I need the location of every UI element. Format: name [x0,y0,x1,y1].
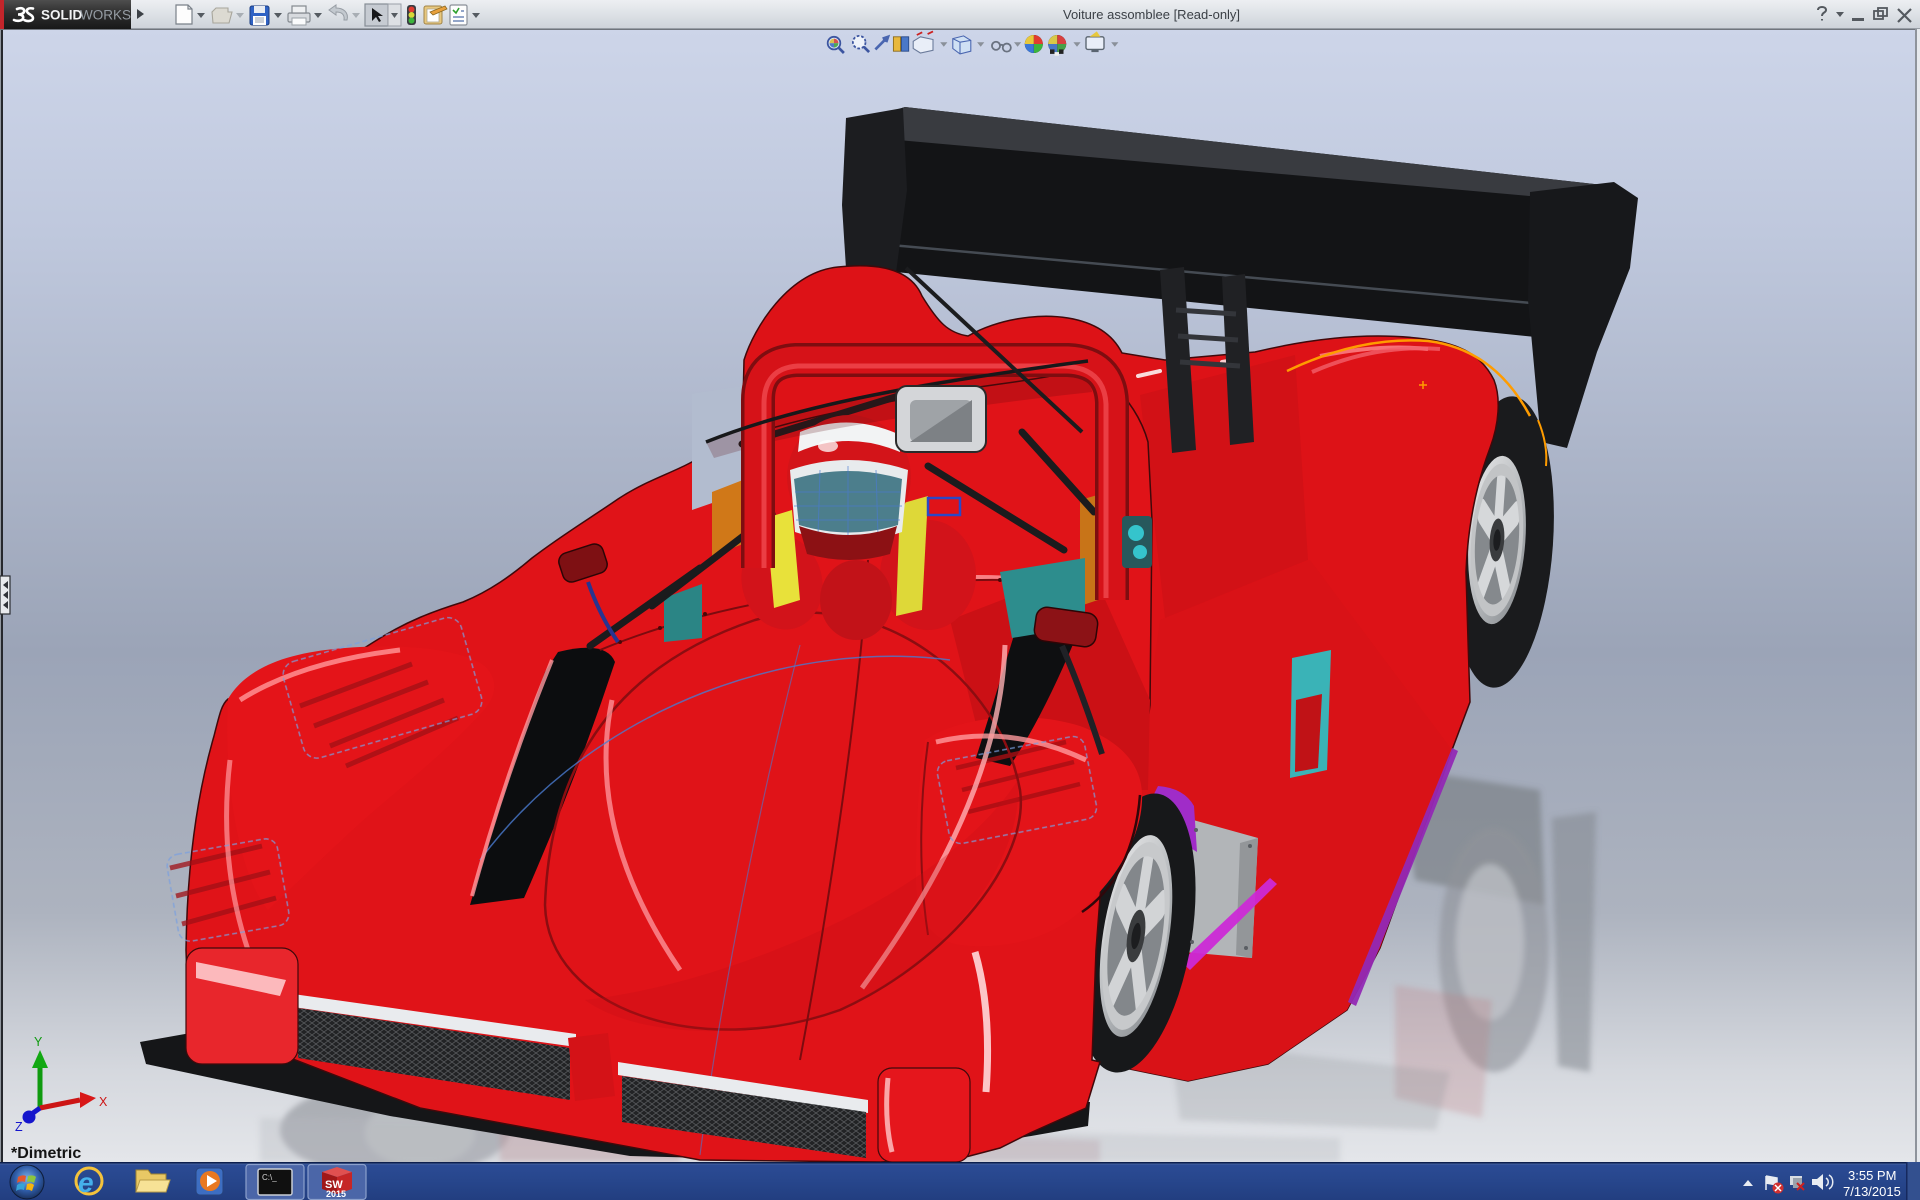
svg-text:*Dimetric: *Dimetric [11,1145,81,1162]
svg-text:Z: Z [15,1120,23,1134]
svg-text:2015: 2015 [326,1189,346,1199]
svg-text:X: X [99,1095,108,1109]
svg-text:Y: Y [34,1035,43,1049]
svg-text:WORKS: WORKS [80,8,131,23]
svg-text:3:55 PM: 3:55 PM [1848,1168,1896,1183]
svg-text:Voiture assomblee [Read-only]: Voiture assomblee [Read-only] [1063,7,1240,22]
svg-text:SOLID: SOLID [41,8,83,23]
svg-text:e: e [78,1167,94,1198]
svg-text:7/13/2015: 7/13/2015 [1843,1184,1901,1199]
svg-text:C:\_: C:\_ [262,1173,277,1182]
